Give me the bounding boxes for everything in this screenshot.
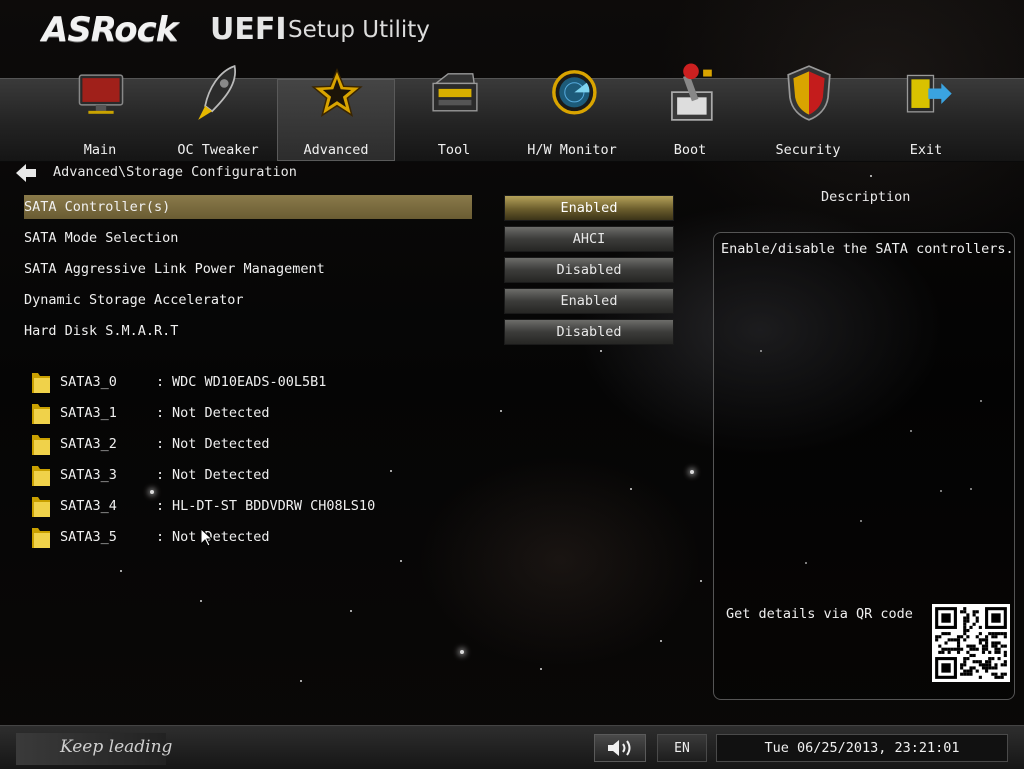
drive-separator: : — [156, 405, 165, 421]
setting-row-sata-mode[interactable]: SATA Mode Selection — [24, 226, 472, 250]
language-button[interactable]: EN — [657, 734, 707, 762]
setting-value-link-power-management[interactable]: Disabled — [504, 257, 674, 283]
star-decoration — [690, 470, 694, 474]
star-decoration — [540, 668, 542, 670]
drive-port: SATA3_2 — [60, 436, 117, 452]
rocket-icon — [193, 57, 245, 129]
tab-exit[interactable]: Exit — [867, 74, 985, 161]
folder-icon — [32, 373, 50, 393]
tab-label: Security — [775, 142, 841, 158]
description-title: Description — [821, 189, 911, 205]
mouse-cursor-icon — [201, 529, 213, 547]
drive-port: SATA3_1 — [60, 405, 117, 421]
folder-icon — [32, 435, 50, 455]
main-nav-bar: Main OC Tweaker Advanced Tool H/W Monito… — [0, 63, 1024, 162]
drive-separator: : — [156, 498, 165, 514]
drive-row-sata3-3[interactable]: SATA3_3 : Not Detected — [30, 462, 450, 488]
folder-icon — [32, 528, 50, 548]
star-decoration — [300, 680, 302, 682]
star-decoration — [120, 570, 122, 572]
tab-hw-monitor[interactable]: H/W Monitor — [513, 70, 631, 161]
folder-icon — [32, 466, 50, 486]
exit-door-icon — [901, 57, 953, 129]
setting-label: SATA Aggressive Link Power Management — [24, 261, 325, 277]
star-decoration — [200, 600, 202, 602]
setting-label: Hard Disk S.M.A.R.T — [24, 323, 179, 339]
description-text: Enable/disable the SATA controllers. — [721, 241, 1014, 257]
asrock-logo: ASRock — [42, 10, 178, 50]
qr-code-icon[interactable] — [932, 604, 1010, 682]
setting-row-sata-controllers[interactable]: SATA Controller(s) — [24, 195, 472, 219]
star-decoration — [400, 560, 402, 562]
star-icon — [311, 57, 363, 129]
drive-row-sata3-0[interactable]: SATA3_0 : WDC WD10EADS-00L5B1 — [30, 369, 450, 395]
drive-separator: : — [156, 436, 165, 452]
toolbox-icon — [429, 57, 481, 129]
drive-row-sata3-1[interactable]: SATA3_1 : Not Detected — [30, 400, 450, 426]
drive-row-sata3-5[interactable]: SATA3_5 : Not Detected — [30, 524, 450, 550]
folder-icon — [32, 404, 50, 424]
sound-button[interactable] — [594, 734, 646, 762]
joystick-icon — [665, 57, 717, 129]
tab-label: Boot — [673, 142, 707, 158]
setting-value-smart[interactable]: Disabled — [504, 319, 674, 345]
setting-row-smart[interactable]: Hard Disk S.M.A.R.T — [24, 319, 472, 343]
tab-security[interactable]: Security — [749, 65, 867, 161]
star-decoration — [460, 650, 464, 654]
drive-port: SATA3_0 — [60, 374, 117, 390]
tab-tool[interactable]: Tool — [395, 73, 513, 161]
uefi-label: UEFI — [210, 12, 287, 47]
star-decoration — [700, 580, 702, 582]
breadcrumb: Advanced\Storage Configuration — [53, 164, 297, 180]
drive-port: SATA3_5 — [60, 529, 117, 545]
setting-row-link-power-management[interactable]: SATA Aggressive Link Power Management — [24, 257, 472, 281]
drive-port: SATA3_4 — [60, 498, 117, 514]
star-decoration — [500, 410, 502, 412]
radar-icon — [547, 57, 599, 129]
datetime-display: Tue 06/25/2013, 23:21:01 — [716, 734, 1008, 762]
tab-oc-tweaker[interactable]: OC Tweaker — [159, 64, 277, 161]
star-decoration — [600, 350, 602, 352]
monitor-icon — [75, 57, 127, 129]
setting-value-storage-accelerator[interactable]: Enabled — [504, 288, 674, 314]
tab-label: Main — [83, 142, 117, 158]
star-decoration — [350, 610, 352, 612]
shield-icon — [783, 57, 835, 129]
slogan-text: Keep leading — [60, 737, 173, 757]
drive-separator: : — [156, 374, 165, 390]
folder-icon — [32, 497, 50, 517]
qr-code-label: Get details via QR code — [726, 606, 913, 622]
tab-boot[interactable]: Boot — [631, 63, 749, 161]
setting-label: SATA Mode Selection — [24, 230, 179, 246]
drive-separator: : — [156, 529, 165, 545]
setting-label: SATA Controller(s) — [24, 199, 171, 215]
back-arrow-icon[interactable] — [16, 164, 36, 182]
setting-value-sata-mode[interactable]: AHCI — [504, 226, 674, 252]
speaker-icon — [608, 740, 631, 756]
tab-advanced[interactable]: Advanced — [277, 68, 395, 161]
drive-device: WDC WD10EADS-00L5B1 — [172, 374, 327, 390]
drive-device: Not Detected — [172, 436, 270, 452]
setting-label: Dynamic Storage Accelerator — [24, 292, 244, 308]
tab-label: OC Tweaker — [177, 142, 259, 158]
drive-row-sata3-2[interactable]: SATA3_2 : Not Detected — [30, 431, 450, 457]
drive-port: SATA3_3 — [60, 467, 117, 483]
drive-device: Not Detected — [172, 467, 270, 483]
setting-row-storage-accelerator[interactable]: Dynamic Storage Accelerator — [24, 288, 472, 312]
drive-device: Not Detected — [172, 529, 270, 545]
drive-device: Not Detected — [172, 405, 270, 421]
tab-label: Advanced — [303, 142, 369, 158]
setting-value-sata-controllers[interactable]: Enabled — [504, 195, 674, 221]
star-decoration — [660, 640, 662, 642]
star-decoration — [630, 488, 632, 490]
drive-row-sata3-4[interactable]: SATA3_4 : HL-DT-ST BDDVDRW CH08LS10 — [30, 493, 450, 519]
drive-device: HL-DT-ST BDDVDRW CH08LS10 — [172, 498, 376, 514]
tab-label: Exit — [909, 142, 943, 158]
star-decoration — [870, 175, 872, 177]
setup-utility-label: Setup Utility — [288, 17, 430, 43]
tab-label: Tool — [437, 142, 471, 158]
drive-separator: : — [156, 467, 165, 483]
tab-label: H/W Monitor — [527, 142, 617, 158]
tab-main[interactable]: Main — [41, 74, 159, 161]
